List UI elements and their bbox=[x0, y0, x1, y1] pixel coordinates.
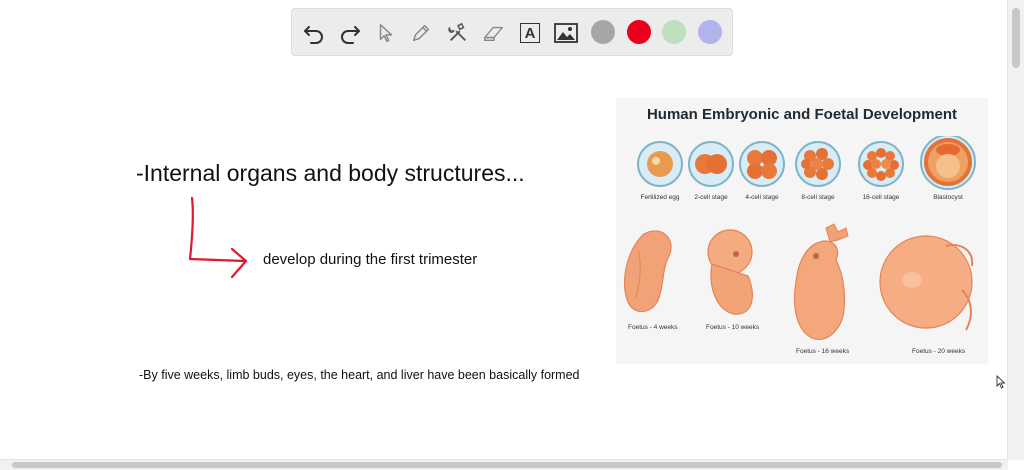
cell-stage-label: 8-cell stage bbox=[801, 194, 835, 201]
cell-stage-label: 16-cell stage bbox=[862, 194, 900, 201]
vertical-scrollbar[interactable] bbox=[1007, 0, 1024, 460]
eraser-tool-button[interactable] bbox=[480, 19, 508, 47]
mouse-cursor-icon bbox=[996, 375, 1006, 389]
note-heading: -Internal organs and body structures... bbox=[136, 160, 525, 186]
horizontal-scrollbar-thumb[interactable] bbox=[12, 462, 1002, 468]
text-icon: A bbox=[520, 23, 540, 43]
foetus-stage-label: Foetus - 20 weeks bbox=[912, 348, 966, 355]
undo-button[interactable] bbox=[300, 19, 328, 47]
redo-icon bbox=[341, 26, 360, 44]
color-swatch-purple[interactable] bbox=[698, 20, 722, 44]
text-tool-button[interactable]: A bbox=[516, 19, 544, 47]
pointer-icon bbox=[379, 24, 393, 42]
vertical-scrollbar-thumb[interactable] bbox=[1012, 8, 1020, 68]
pen-tool-button[interactable] bbox=[407, 19, 435, 47]
foetus-stage-label: Foetus - 16 weeks bbox=[796, 348, 850, 355]
color-swatch-red[interactable] bbox=[627, 20, 651, 44]
horizontal-scrollbar[interactable] bbox=[0, 459, 1008, 470]
redo-button[interactable] bbox=[336, 19, 364, 47]
note-detail: -By five weeks, limb buds, eyes, the hea… bbox=[139, 368, 580, 382]
red-arrow-icon bbox=[188, 196, 248, 279]
foetus-stage-label: Foetus - 4 weeks bbox=[628, 324, 678, 331]
image-tool-button[interactable] bbox=[552, 19, 580, 47]
figure-title: Human Embryonic and Foetal Development bbox=[646, 106, 958, 123]
cell-stage-illustrations bbox=[637, 136, 976, 190]
pen-icon bbox=[412, 24, 430, 42]
cell-stage-label: 4-cell stage bbox=[745, 194, 779, 201]
color-swatch-green[interactable] bbox=[662, 20, 686, 44]
pointer-tool-button[interactable] bbox=[372, 19, 400, 47]
drawing-toolbar: A bbox=[291, 8, 733, 56]
eraser-icon bbox=[484, 26, 503, 42]
image-icon bbox=[554, 23, 578, 43]
tools-icon bbox=[448, 22, 466, 41]
foetus-stage-label: Foetus - 10 weeks bbox=[706, 324, 760, 331]
color-swatch-gray[interactable] bbox=[591, 20, 615, 44]
tools-button[interactable] bbox=[444, 19, 472, 47]
note-arrow-text: develop during the first trimester bbox=[263, 251, 478, 268]
cell-stage-label: Blastocyst bbox=[933, 194, 963, 201]
embryo-development-figure[interactable]: Human Embryonic and Foetal Development F… bbox=[616, 98, 988, 364]
undo-icon bbox=[304, 26, 323, 44]
